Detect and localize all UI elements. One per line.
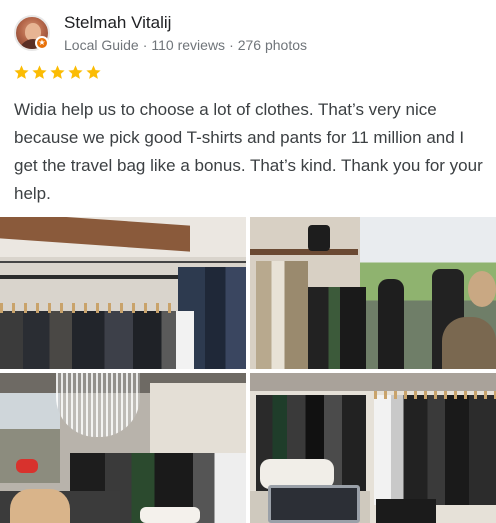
ceiling bbox=[250, 373, 496, 391]
photo-count: 276 photos bbox=[237, 37, 308, 53]
clothing-rack-photo[interactable] bbox=[0, 217, 246, 369]
star-rating bbox=[13, 64, 102, 84]
review-text: Widia help us to choose a lot of clothes… bbox=[14, 100, 483, 203]
folded-tshirts bbox=[140, 507, 200, 523]
star-icon bbox=[13, 64, 30, 82]
red-scooter bbox=[16, 459, 38, 473]
patterned-shirts bbox=[256, 261, 308, 369]
chandelier bbox=[56, 373, 140, 437]
mannequin-dress bbox=[378, 279, 404, 369]
wooden-hangers bbox=[0, 303, 190, 313]
meta-separator: · bbox=[229, 37, 234, 53]
right-rack-clothes bbox=[374, 395, 496, 505]
review-header: ★ Stelmah Vitalij Local Guide · 110 review… bbox=[0, 0, 496, 62]
star-icon bbox=[85, 64, 102, 82]
rail bbox=[0, 261, 246, 263]
bag bbox=[308, 225, 330, 251]
review-card: ★ Stelmah Vitalij Local Guide · 110 review… bbox=[0, 0, 496, 523]
photo-grid bbox=[0, 217, 496, 523]
star-icon bbox=[67, 64, 84, 82]
shoes bbox=[376, 499, 436, 523]
wooden-hangers bbox=[374, 391, 496, 399]
local-guide-label: Local Guide bbox=[64, 37, 139, 53]
rail bbox=[0, 275, 180, 279]
customer-head bbox=[468, 271, 496, 307]
chandelier-rack-photo[interactable] bbox=[0, 373, 246, 523]
customer bbox=[442, 317, 496, 369]
local-guide-badge-icon: ★ bbox=[35, 36, 49, 50]
store-entrance-photo[interactable] bbox=[250, 217, 496, 369]
meta-separator: · bbox=[142, 37, 148, 53]
monitor bbox=[268, 485, 360, 523]
upper-shelf bbox=[250, 249, 358, 255]
store-interior-photo[interactable] bbox=[250, 373, 496, 523]
author-meta: Local Guide · 110 reviews · 276 photos bbox=[64, 37, 307, 53]
review-count: 110 reviews bbox=[151, 37, 226, 53]
white-shirt bbox=[176, 311, 194, 369]
star-icon bbox=[49, 64, 66, 82]
customer-head bbox=[10, 489, 70, 523]
star-icon bbox=[31, 64, 48, 82]
dark-clothes bbox=[308, 287, 366, 369]
pants-row bbox=[0, 311, 190, 369]
author-name[interactable]: Stelmah Vitalij bbox=[64, 13, 171, 33]
